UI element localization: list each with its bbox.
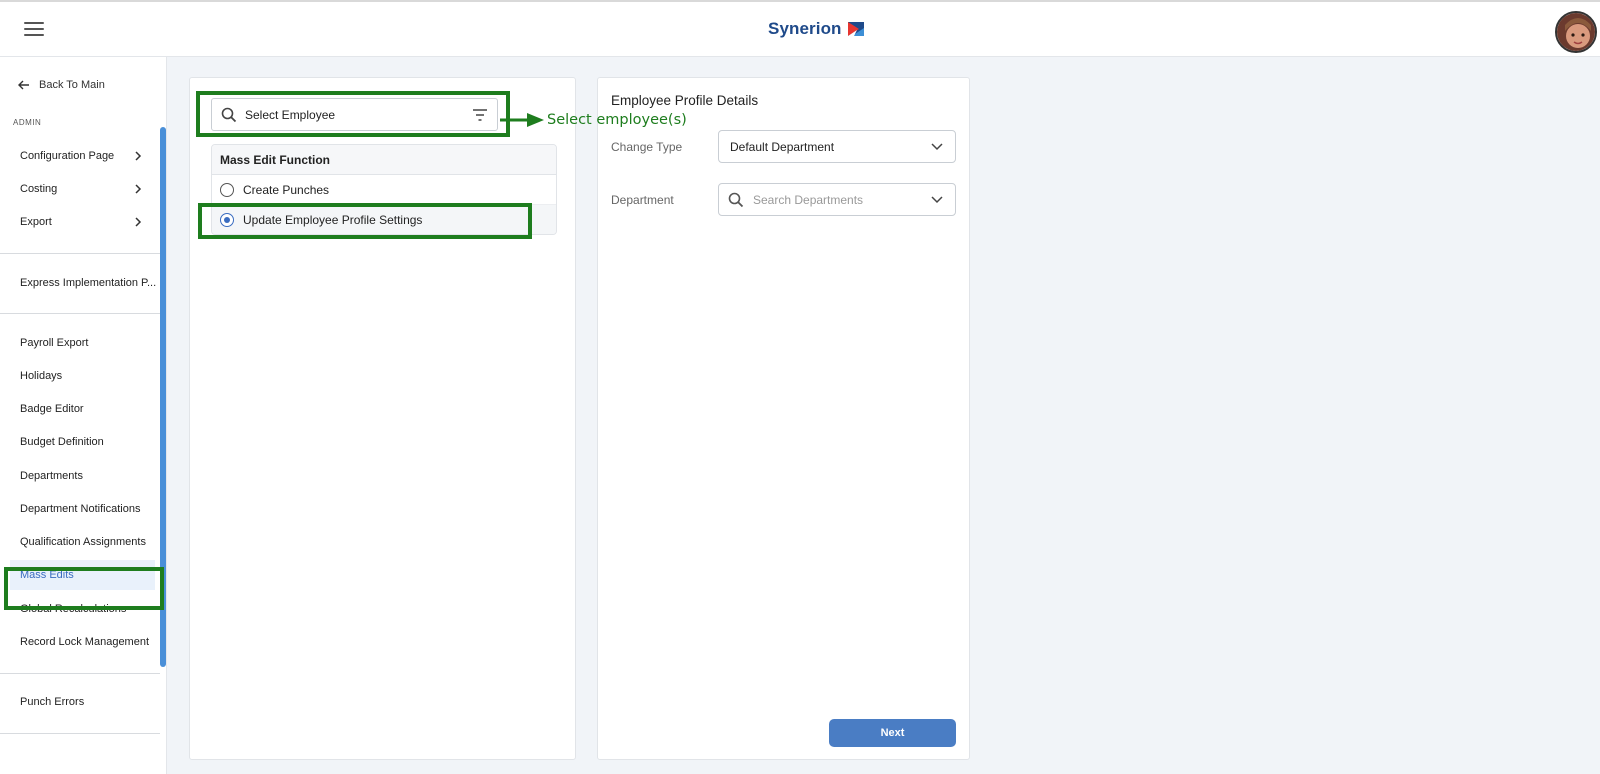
- radio-button-selected[interactable]: [220, 213, 234, 227]
- sidebar-scrollbar[interactable]: [160, 127, 166, 667]
- sidebar-item-label: Express Implementation P...: [20, 277, 157, 289]
- sidebar-item-label: Department Notifications: [20, 503, 141, 515]
- chevron-right-icon: [135, 184, 142, 194]
- filter-icon[interactable]: [472, 109, 488, 121]
- sidebar-divider: [0, 253, 160, 254]
- sidebar-item-holidays[interactable]: Holidays: [0, 361, 158, 391]
- sidebar-item-label: Costing: [20, 183, 58, 195]
- employee-search-input[interactable]: Select Employee: [211, 98, 498, 131]
- annotation-text: Select employee(s): [547, 112, 687, 128]
- sidebar-item-label: Badge Editor: [20, 403, 84, 415]
- option-label: Update Employee Profile Settings: [243, 213, 423, 227]
- sidebar-item-punch-errors[interactable]: Punch Errors: [0, 687, 158, 717]
- mass-edit-panel: Select Employee Mass Edit Function Creat…: [189, 77, 576, 760]
- brand-name: Synerion: [768, 19, 842, 38]
- change-type-label: Change Type: [611, 140, 683, 154]
- sidebar-item-label: Export: [20, 216, 52, 228]
- chevron-down-icon: [931, 196, 943, 204]
- annotation-callout: Select employee(s): [500, 111, 687, 129]
- arrow-left-icon: [18, 80, 29, 90]
- chevron-right-icon: [135, 217, 142, 227]
- sidebar-item-department-notifications[interactable]: Department Notifications: [0, 494, 158, 524]
- sidebar-item-label: Global Recalculations: [20, 603, 127, 615]
- sidebar: Back To Main ADMIN Configuration Page Co…: [0, 57, 167, 774]
- change-type-value: Default Department: [730, 139, 835, 154]
- hamburger-icon[interactable]: [24, 22, 44, 38]
- sidebar-item-record-lock-management[interactable]: Record Lock Management: [0, 627, 158, 657]
- employee-profile-panel: Employee Profile Details Change Type Def…: [597, 77, 970, 760]
- search-icon: [221, 107, 237, 122]
- sidebar-item-label: Mass Edits: [20, 569, 74, 581]
- sidebar-item-label: Punch Errors: [20, 696, 85, 708]
- next-button[interactable]: Next: [829, 719, 956, 747]
- chevron-down-icon: [931, 143, 943, 151]
- sidebar-item-label: Record Lock Management: [20, 636, 150, 648]
- sidebar-item-payroll-export[interactable]: Payroll Export: [0, 328, 158, 358]
- radio-button[interactable]: [220, 182, 234, 197]
- section-label: ADMIN: [13, 118, 42, 127]
- sidebar-divider: [0, 733, 160, 734]
- sidebar-item-costing[interactable]: Costing: [0, 174, 158, 204]
- brand-logo[interactable]: Synerion: [768, 19, 866, 39]
- sidebar-divider: [0, 313, 160, 314]
- sidebar-item-global-recalculations[interactable]: Global Recalculations: [0, 594, 158, 624]
- sidebar-item-departments[interactable]: Departments: [0, 461, 158, 491]
- option-create-punches[interactable]: Create Punches: [212, 175, 556, 205]
- sidebar-item-express-implementation[interactable]: Express Implementation P...: [0, 268, 158, 298]
- sidebar-item-label: Configuration Page: [20, 150, 115, 162]
- back-to-main-label: Back To Main: [39, 79, 105, 91]
- sidebar-divider: [0, 673, 160, 674]
- sidebar-item-configuration-page[interactable]: Configuration Page: [0, 141, 158, 171]
- department-search-placeholder: Search Departments: [753, 192, 864, 207]
- sidebar-item-label: Qualification Assignments: [20, 536, 146, 548]
- sidebar-item-label: Payroll Export: [20, 337, 89, 349]
- sidebar-item-mass-edits[interactable]: Mass Edits: [10, 560, 155, 590]
- department-search-dropdown[interactable]: Search Departments: [718, 183, 956, 216]
- panel-title: Employee Profile Details: [611, 93, 759, 108]
- sidebar-item-qualification-assignments[interactable]: Qualification Assignments: [0, 527, 158, 557]
- arrow-right-icon: [500, 113, 544, 127]
- back-to-main-link[interactable]: Back To Main: [18, 79, 105, 91]
- sidebar-item-export[interactable]: Export: [0, 207, 158, 237]
- mass-edit-function-list: Mass Edit Function Create Punches Update…: [211, 144, 557, 235]
- change-type-dropdown[interactable]: Default Department: [718, 130, 956, 163]
- chevron-right-icon: [135, 151, 142, 161]
- option-label: Create Punches: [243, 182, 330, 197]
- sidebar-item-budget-definition[interactable]: Budget Definition: [0, 427, 158, 457]
- sidebar-item-badge-editor[interactable]: Badge Editor: [0, 394, 158, 424]
- search-icon: [728, 192, 744, 207]
- top-bar: Synerion: [0, 0, 1600, 57]
- user-avatar[interactable]: [1555, 11, 1597, 53]
- option-update-employee-profile-settings[interactable]: Update Employee Profile Settings: [212, 205, 556, 234]
- brand-mark-icon: [847, 22, 864, 36]
- mass-edit-function-header: Mass Edit Function: [212, 145, 556, 175]
- sidebar-item-label: Departments: [20, 470, 83, 482]
- employee-search-text: Select Employee: [245, 107, 336, 122]
- department-label: Department: [611, 193, 674, 207]
- sidebar-item-label: Budget Definition: [20, 436, 104, 448]
- sidebar-item-label: Holidays: [20, 370, 63, 382]
